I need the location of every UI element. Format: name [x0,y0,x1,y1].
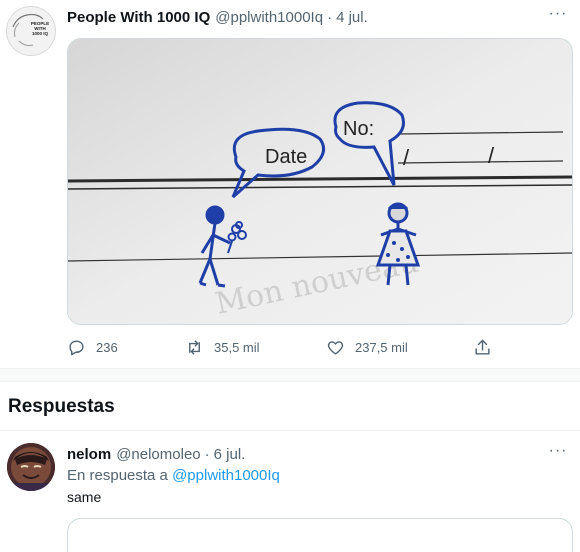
no-label: No: [343,118,374,140]
author-handle[interactable]: @pplwith1000Iq [215,9,323,26]
reply-more-options-icon[interactable]: ··· [546,441,570,465]
tweet-image[interactable]: Mon nouveau Date No: / / [67,38,573,325]
like-count: 237,5 mil [355,339,408,355]
avatar-text-3: 1000 IQ [32,31,49,36]
reply-count: 236 [96,339,118,355]
tweet-date[interactable]: 4 jul. [336,9,368,26]
date-label: Date [265,146,307,168]
drawing-image: Mon nouveau Date No: / / [68,39,572,324]
reply-text: same [67,489,102,505]
reply-author-name[interactable]: nelom [67,446,111,463]
share-button[interactable] [473,336,502,358]
retweet-count: 35,5 mil [214,339,260,355]
reply-to-mention[interactable]: @pplwith1000Iq [172,467,280,484]
retweet-icon [189,339,200,355]
reply-tweet[interactable]: nelom @nelomoleo · 6 jul. ··· En respues… [0,431,580,552]
tweet[interactable]: PEOPLE WITH 1000 IQ People With 1000 IQ … [0,0,580,368]
section-separator [0,368,580,382]
reply-header-separator: · [204,445,210,463]
reply-to-prefix: En respuesta a [67,467,168,484]
reply-button[interactable]: 236 [67,336,118,358]
reply-to-line: En respuesta a @pplwith1000Iq [67,467,280,484]
share-icon [475,339,490,355]
reply-header: nelom @nelomoleo · 6 jul. [67,444,245,464]
author-name[interactable]: People With 1000 IQ [67,9,210,26]
reply-author-handle[interactable]: @nelomoleo [116,446,200,463]
tweet-header: People With 1000 IQ @pplwith1000Iq · 4 j… [67,7,368,27]
retweet-button[interactable]: 35,5 mil [185,336,260,358]
slash-1: / [403,145,410,170]
reply-date[interactable]: 6 jul. [214,446,246,463]
reply-avatar[interactable] [7,443,55,491]
reply-avatar-image [7,443,55,491]
like-button[interactable]: 237,5 mil [326,336,408,358]
replies-title: Respuestas [8,396,115,417]
avatar-logo: PEOPLE WITH 1000 IQ [8,8,55,55]
author-avatar[interactable]: PEOPLE WITH 1000 IQ [6,6,56,56]
slash-2: / [488,143,495,168]
more-options-icon[interactable]: ··· [546,4,570,28]
heart-icon [327,340,344,355]
reply-icon [69,339,84,355]
reply-media-card[interactable] [67,518,573,552]
header-separator: · [327,8,333,26]
tweet-actions: 236 35,5 mil 237,5 mil [67,336,507,358]
